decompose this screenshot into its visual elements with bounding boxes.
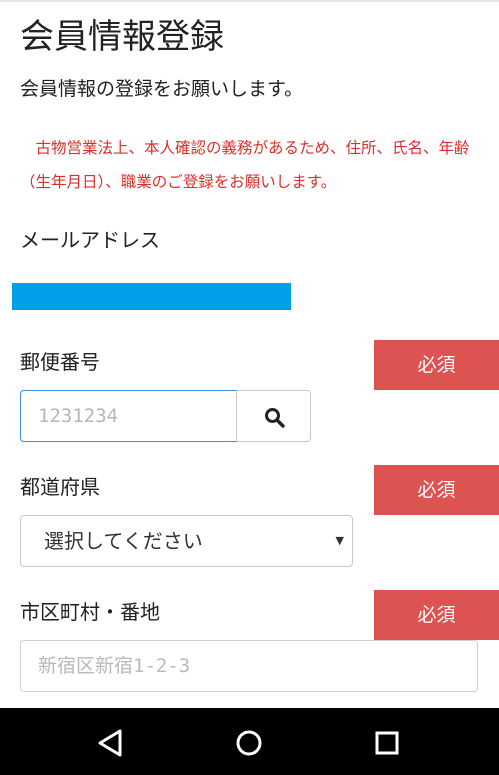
prefecture-label: 都道府県	[20, 475, 100, 499]
prefecture-selected-value: 選択してください	[44, 529, 203, 553]
email-label: メールアドレス	[20, 228, 160, 252]
address-input[interactable]: 新宿区新宿1-2-3	[20, 640, 478, 692]
legal-notice: 古物営業法上、本人確認の義務があるため、住所、氏名、年齢（生年月日）、職業のご登…	[20, 139, 470, 191]
postal-search-button[interactable]	[236, 390, 311, 442]
page-lead-text: 会員情報の登録をお願いします。	[20, 78, 304, 100]
home-button[interactable]	[227, 721, 271, 765]
dropdown-arrow-icon: ▼	[335, 534, 344, 547]
prefecture-select[interactable]: 選択してください ▼	[20, 515, 353, 567]
home-icon	[236, 730, 262, 756]
android-navigation-bar	[0, 708, 499, 775]
postal-required-badge: 必須	[374, 340, 499, 390]
back-icon	[98, 729, 122, 757]
back-button[interactable]	[89, 721, 133, 765]
search-icon	[265, 408, 285, 428]
address-label: 市区町村・番地	[20, 600, 160, 624]
postal-code-label: 郵便番号	[20, 350, 100, 374]
email-value-redacted	[12, 283, 291, 310]
top-divider	[0, 0, 499, 2]
page-title: 会員情報登録	[20, 17, 224, 57]
postal-code-input[interactable]: 1231234	[20, 390, 237, 442]
recents-button[interactable]	[365, 721, 409, 765]
prefecture-required-badge: 必須	[374, 465, 499, 515]
recents-icon	[375, 731, 399, 755]
address-required-badge: 必須	[374, 590, 499, 640]
